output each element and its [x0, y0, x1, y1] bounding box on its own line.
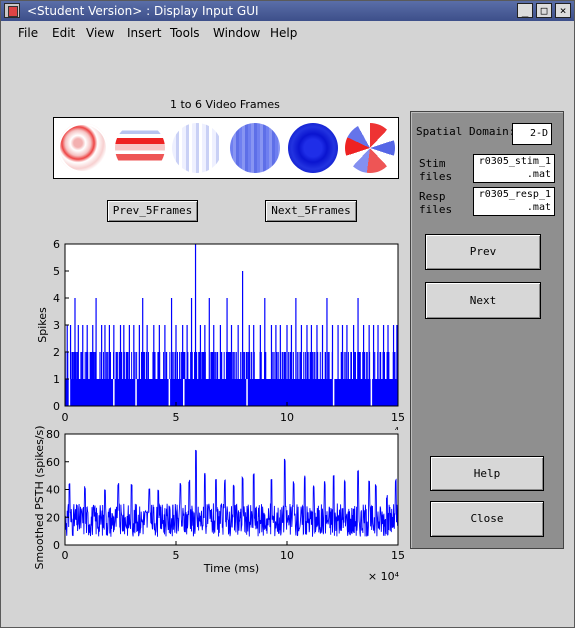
- spatial-domain-field[interactable]: 2-D: [512, 123, 552, 145]
- stim-files-field[interactable]: r0305_stim_1 .mat: [473, 154, 555, 183]
- resp-files-label-line2: files: [419, 203, 453, 216]
- menu-insert[interactable]: Insert: [127, 26, 161, 40]
- spikes-y-tick-label: 4: [53, 292, 60, 305]
- menu-view[interactable]: View: [86, 26, 114, 40]
- video-frame-5: [288, 123, 338, 173]
- menu-tools[interactable]: Tools: [170, 26, 200, 40]
- stim-files-value-line1: r0305_stim_1: [478, 156, 551, 167]
- menu-bar: File Edit View Insert Tools Window Help: [1, 22, 574, 44]
- resp-files-value-line1: r0305_resp_1: [478, 189, 551, 200]
- next-button[interactable]: Next: [425, 282, 541, 319]
- psth-x-exponent: × 10⁴: [368, 570, 400, 583]
- video-frame-3: [172, 123, 222, 173]
- window-menu-icon[interactable]: [4, 3, 20, 18]
- spatial-domain-label: Spatial Domain:: [416, 125, 516, 138]
- psth-x-tick-label: 5: [173, 549, 180, 562]
- video-frame-1: [58, 123, 108, 173]
- maximize-button[interactable]: □: [536, 3, 552, 18]
- spikes-y-tick-label: 5: [53, 265, 60, 278]
- window-title: <Student Version> : Display Input GUI: [27, 4, 259, 18]
- spikes-chart: 01234560510154Spikes: [36, 238, 405, 430]
- close-button[interactable]: Close: [430, 501, 544, 537]
- psth-chart: 0 20 40 60 80 0 5 10 15 Time (ms) × 10⁴ Smoothed PS…: [33, 425, 405, 583]
- psth-x-axis-label: Time (ms): [203, 562, 259, 575]
- spikes-x-tick-label: 5: [173, 411, 180, 424]
- video-frame-6: [345, 123, 395, 173]
- spikes-x-tick-label: 0: [62, 411, 69, 424]
- spikes-y-tick-label: 0: [53, 400, 60, 413]
- psth-y-tick-label: 20: [46, 511, 60, 524]
- frames-caption: 1 to 6 Video Frames: [170, 98, 280, 111]
- minimize-button[interactable]: _: [517, 3, 533, 18]
- control-panel: Spatial Domain: 2-D Stim files r0305_sti…: [410, 111, 564, 549]
- video-frame-2: [115, 123, 165, 173]
- video-frames-strip: [53, 117, 399, 179]
- spikes-y-tick-label: 6: [53, 238, 60, 251]
- psth-y-tick-label: 80: [46, 428, 60, 441]
- psth-x-tick-label: 10: [280, 549, 294, 562]
- psth-y-tick-label: 0: [53, 539, 60, 552]
- video-frame-4: [230, 123, 280, 173]
- psth-x-tick-label: 15: [391, 549, 405, 562]
- spikes-y-tick-label: 2: [53, 346, 60, 359]
- prev-5frames-button[interactable]: Prev_5Frames: [107, 200, 198, 222]
- spikes-x-tick-label: 10: [280, 411, 294, 424]
- prev-button[interactable]: Prev: [425, 234, 541, 270]
- title-bar[interactable]: <Student Version> : Display Input GUI _ …: [1, 1, 574, 21]
- close-window-button[interactable]: ×: [555, 3, 571, 18]
- next-5frames-button[interactable]: Next_5Frames: [265, 200, 357, 222]
- resp-files-label-line1: Resp: [419, 190, 446, 203]
- spikes-y-axis-label: Spikes: [36, 307, 49, 343]
- spikes-x-tick-label: 15: [391, 411, 405, 424]
- menu-file[interactable]: File: [18, 26, 38, 40]
- psth-y-tick-label: 40: [46, 484, 60, 497]
- resp-files-field[interactable]: r0305_resp_1 .mat: [473, 187, 555, 216]
- psth-y-tick-label: 60: [46, 456, 60, 469]
- menu-edit[interactable]: Edit: [52, 26, 75, 40]
- spikes-y-tick-label: 1: [53, 373, 60, 386]
- spikes-y-tick-label: 3: [53, 319, 60, 332]
- menu-help[interactable]: Help: [270, 26, 297, 40]
- menu-window[interactable]: Window: [213, 26, 260, 40]
- help-button[interactable]: Help: [430, 456, 544, 491]
- stim-files-value-line2: .mat: [526, 169, 551, 180]
- app-window: <Student Version> : Display Input GUI _ …: [0, 0, 575, 628]
- stim-files-label-line1: Stim: [419, 157, 446, 170]
- psth-y-axis-label: Smoothed PSTH (spikes/s): [33, 425, 46, 569]
- stim-files-label-line2: files: [419, 170, 453, 183]
- resp-files-value-line2: .mat: [526, 202, 551, 213]
- psth-x-tick-label: 0: [62, 549, 69, 562]
